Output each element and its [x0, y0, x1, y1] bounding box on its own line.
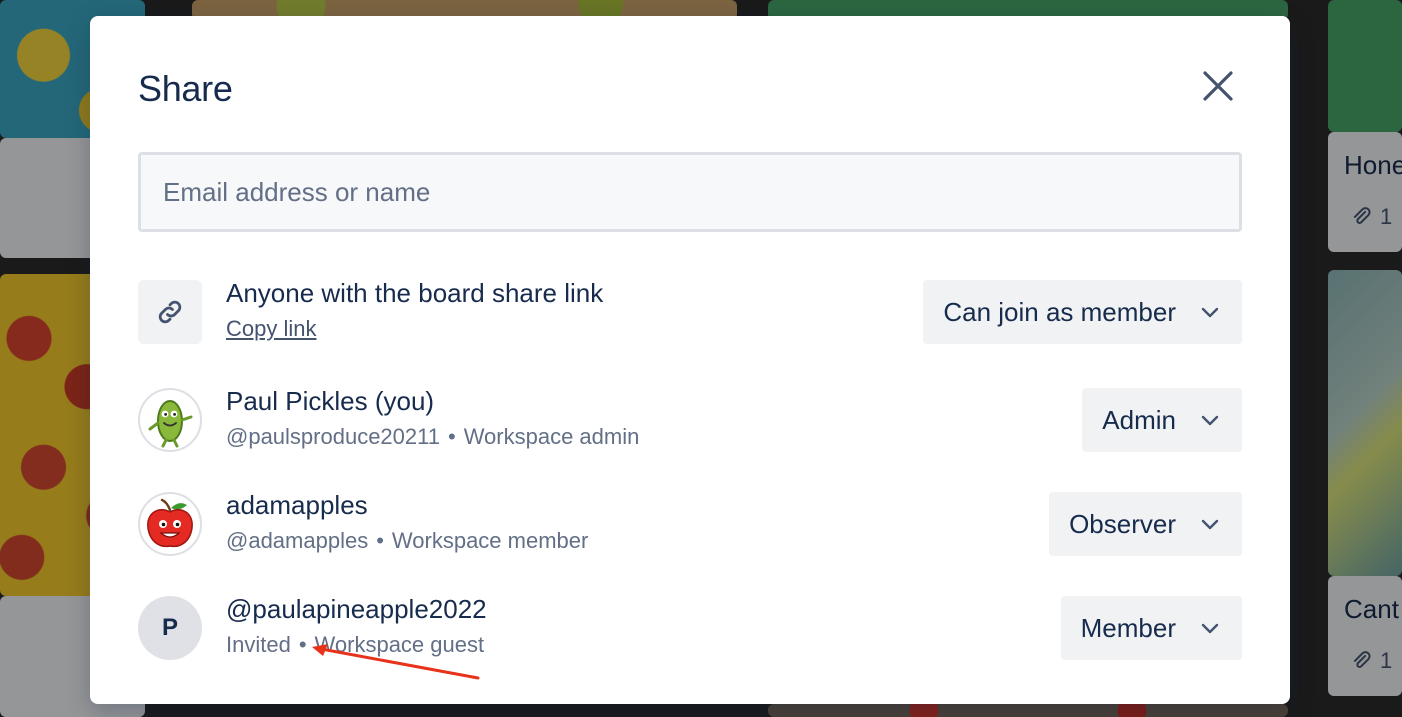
member-name: @paulapineapple2022 [226, 594, 487, 624]
member-name: adamapples [226, 490, 368, 520]
chevron-down-icon [1201, 519, 1219, 530]
copy-link-container: Copy link [226, 316, 316, 342]
member-role-select[interactable]: Observer [1049, 492, 1242, 556]
separator-dot: • [447, 424, 456, 449]
close-button[interactable] [1194, 62, 1242, 110]
member-details: @paulsproduce20211 • Workspace admin [226, 424, 639, 450]
role-value: Member [1080, 612, 1176, 643]
separator-dot: • [298, 632, 307, 657]
member-row: P @paulapineapple2022 Invited • Workspace … [138, 594, 1242, 660]
member-details: @adamapples • Workspace member [226, 528, 588, 554]
avatar[interactable] [138, 492, 202, 556]
close-icon [1203, 71, 1233, 101]
share-link-label: Anyone with the board share link [226, 278, 604, 308]
share-dialog: Share Anyone with the board share link C… [90, 16, 1290, 704]
email-input[interactable] [138, 152, 1242, 232]
avatar-initial: P [161, 614, 178, 641]
copy-link[interactable]: Copy link [226, 316, 316, 341]
link-icon-tile [138, 280, 202, 344]
member-name: Paul Pickles (you) [226, 386, 435, 416]
member-role-select[interactable]: Member [1060, 596, 1242, 660]
chevron-down-icon [1201, 307, 1219, 318]
member-details: Invited • Workspace guest [226, 632, 484, 658]
dialog-title: Share [138, 68, 233, 109]
share-link-row: Anyone with the board share link Copy li… [138, 278, 1242, 344]
role-value: Admin [1102, 404, 1176, 435]
member-workspace-role: Workspace member [391, 528, 589, 553]
member-workspace-role: Workspace admin [463, 424, 640, 449]
member-status: Invited [226, 632, 291, 657]
avatar[interactable] [138, 388, 202, 452]
role-value: Observer [1069, 508, 1176, 539]
member-username: @paulsproduce20211 [226, 424, 440, 449]
chevron-down-icon [1201, 415, 1219, 426]
member-row: adamapples @adamapples • Workspace member … [138, 490, 1242, 556]
link-icon [158, 300, 182, 324]
pickle-avatar-icon [148, 400, 193, 448]
member-role-select[interactable]: Admin [1082, 388, 1242, 452]
apple-avatar-icon [147, 498, 193, 548]
member-username: @adamapples [226, 528, 369, 553]
share-link-permission-select[interactable]: Can join as member [923, 280, 1242, 344]
permission-value: Can join as member [943, 296, 1176, 327]
avatar[interactable]: P [138, 596, 202, 660]
member-workspace-role: Workspace guest [314, 632, 485, 657]
member-row: Paul Pickles (you) @paulsproduce20211 • Wo… [138, 386, 1242, 452]
chevron-down-icon [1201, 623, 1219, 634]
separator-dot: • [376, 528, 384, 553]
